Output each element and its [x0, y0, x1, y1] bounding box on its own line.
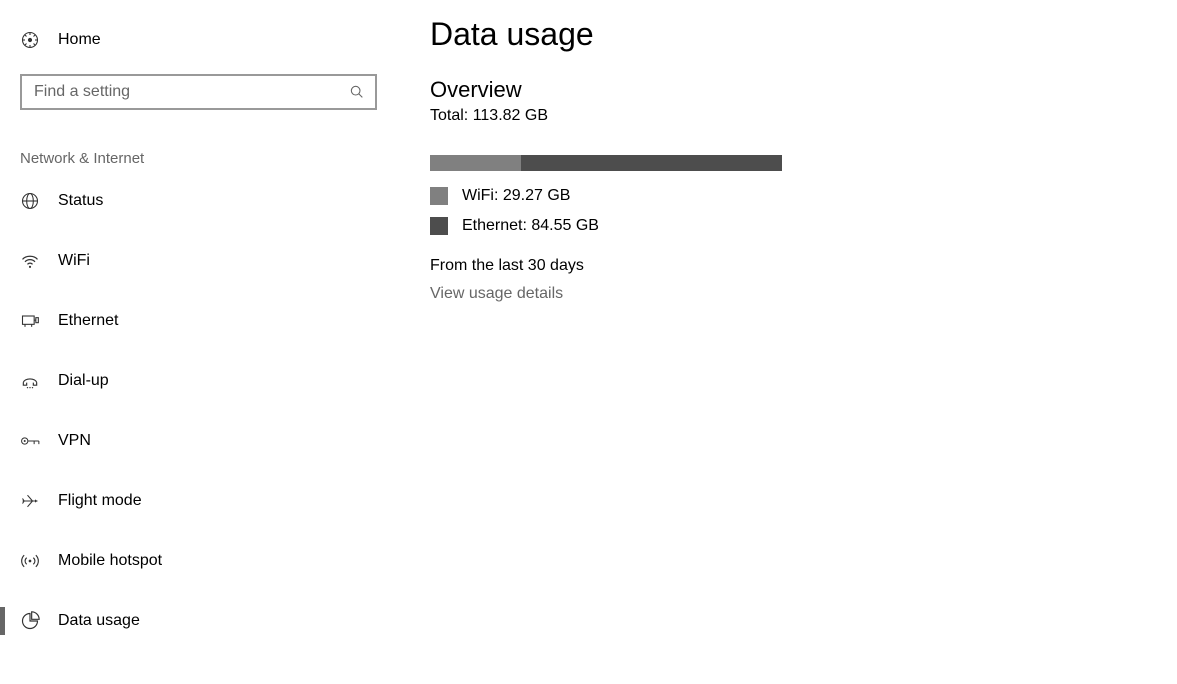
sidebar-item-label: Dial-up [58, 372, 109, 390]
main-content: Data usage Overview Total: 113.82 GB WiF… [400, 0, 1177, 684]
sidebar-item-label: Mobile hotspot [58, 552, 162, 570]
legend-swatch-wifi [430, 187, 448, 205]
data-usage-icon [20, 611, 58, 631]
ethernet-icon [20, 311, 58, 331]
settings-sidebar: Home Network & Internet [0, 0, 400, 684]
sidebar-item-wifi[interactable]: WiFi [0, 237, 400, 285]
period-label: From the last 30 days [430, 257, 1177, 275]
overview-heading: Overview [430, 77, 1177, 103]
sidebar-item-label: Data usage [58, 612, 140, 630]
search-settings-input[interactable] [20, 74, 377, 110]
sidebar-item-label: Flight mode [58, 492, 142, 510]
search-icon [349, 84, 365, 100]
dialup-icon [20, 371, 58, 391]
sidebar-section-header: Network & Internet [0, 110, 400, 177]
wifi-icon [20, 251, 58, 271]
hotspot-icon [20, 551, 58, 571]
vpn-icon [20, 431, 58, 451]
sidebar-item-flight-mode[interactable]: Flight mode [0, 477, 400, 525]
legend-swatch-ethernet [430, 217, 448, 235]
sidebar-item-label: Status [58, 192, 103, 210]
sidebar-item-vpn[interactable]: VPN [0, 417, 400, 465]
legend-label-wifi: WiFi: 29.27 GB [462, 187, 570, 205]
legend-row-wifi: WiFi: 29.27 GB [430, 187, 1177, 205]
status-icon [20, 191, 58, 211]
airplane-icon [20, 491, 58, 511]
sidebar-item-dialup[interactable]: Dial-up [0, 357, 400, 405]
nav-home-label: Home [58, 31, 101, 49]
usage-bar-segment-ethernet [521, 155, 782, 171]
page-title: Data usage [430, 16, 1177, 53]
home-icon [20, 30, 58, 50]
sidebar-item-ethernet[interactable]: Ethernet [0, 297, 400, 345]
sidebar-item-label: WiFi [58, 252, 90, 270]
legend-label-ethernet: Ethernet: 84.55 GB [462, 217, 599, 235]
legend-row-ethernet: Ethernet: 84.55 GB [430, 217, 1177, 235]
search-settings-field[interactable] [32, 82, 349, 102]
sidebar-item-label: VPN [58, 432, 91, 450]
sidebar-item-label: Ethernet [58, 312, 118, 330]
usage-bar [430, 155, 782, 171]
sidebar-item-mobile-hotspot[interactable]: Mobile hotspot [0, 537, 400, 585]
sidebar-item-data-usage[interactable]: Data usage [0, 597, 400, 645]
nav-home[interactable]: Home [0, 18, 400, 62]
view-usage-details-link[interactable]: View usage details [430, 285, 563, 303]
total-usage-label: Total: 113.82 GB [430, 107, 1177, 125]
sidebar-nav-list: Status WiFi [0, 177, 400, 645]
sidebar-item-status[interactable]: Status [0, 177, 400, 225]
usage-bar-segment-wifi [430, 155, 521, 171]
